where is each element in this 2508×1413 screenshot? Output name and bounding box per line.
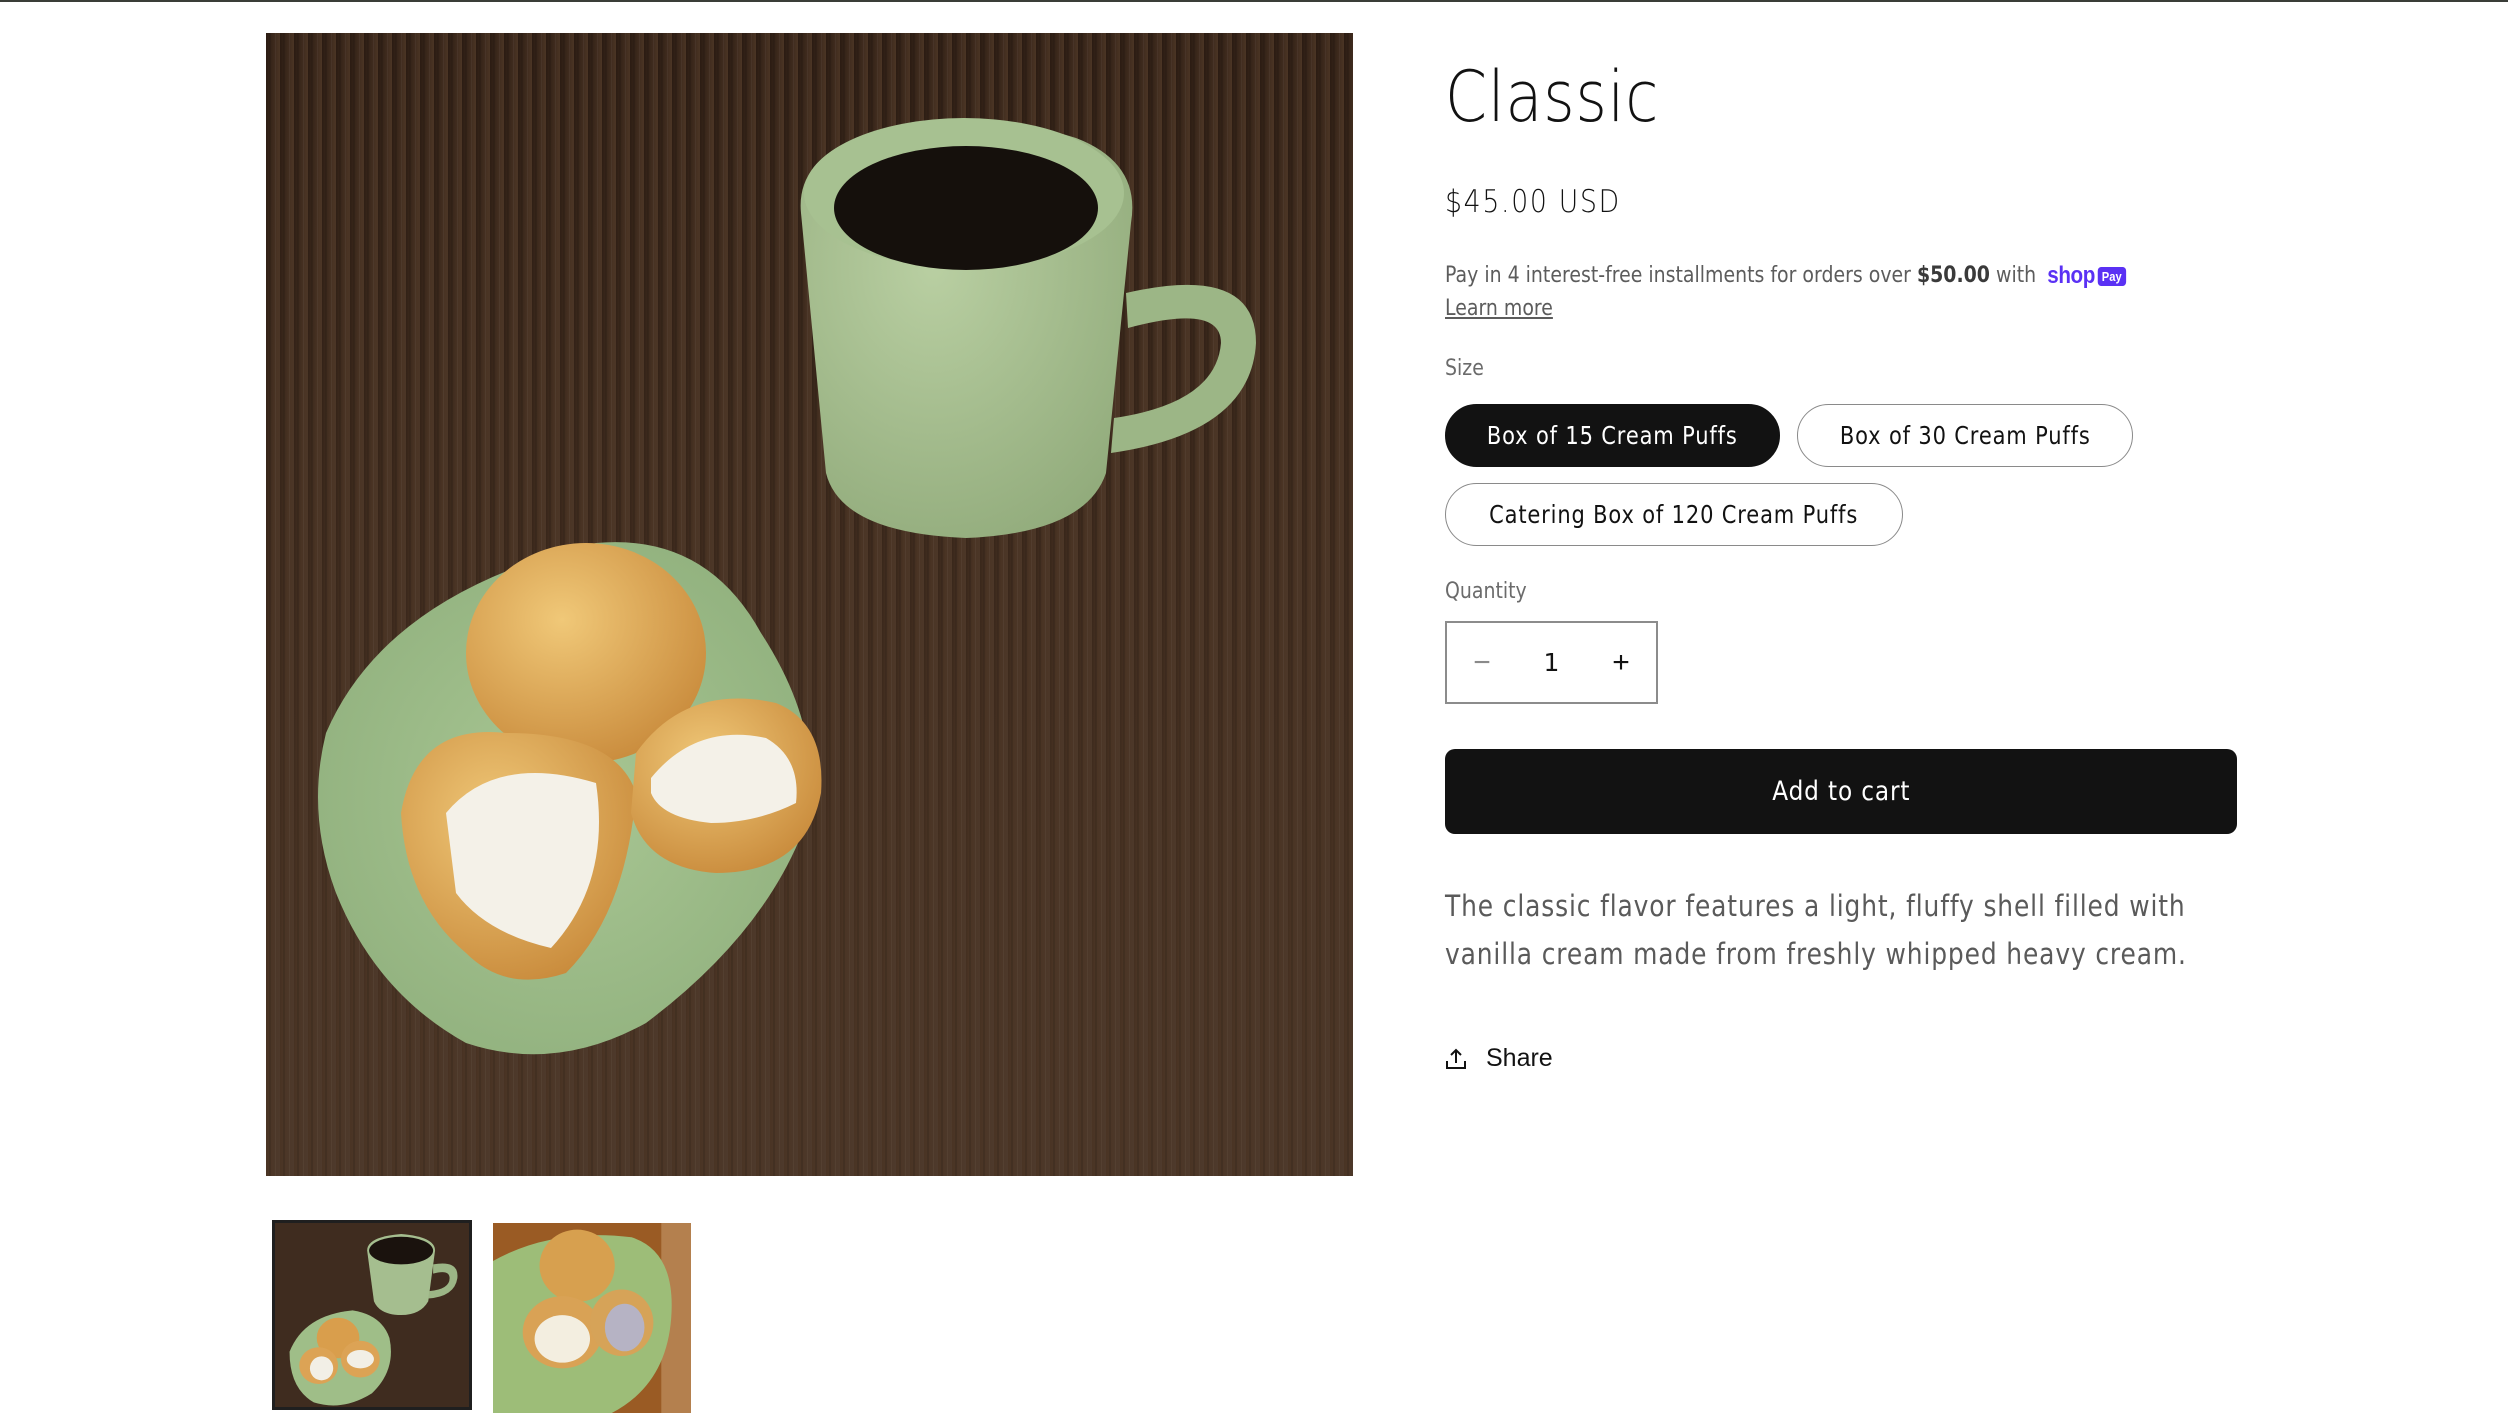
add-to-cart-button[interactable]: Add to cart [1445,749,2237,834]
coffee-and-cream-puffs-photo [266,33,1353,1176]
cream-puffs-plate-thumbnail-image [493,1223,691,1413]
add-to-cart-label: Add to cart [1771,776,1911,807]
installments-suffix: with [1989,263,2037,288]
thumbnail-2[interactable] [493,1223,691,1413]
product-title: Classic [1445,56,1660,138]
quantity-stepper: − + [1445,621,1658,704]
size-option-catering-box-of-120[interactable]: Catering Box of 120 Cream Puffs [1445,483,1903,546]
thumbnail-1[interactable] [272,1220,472,1410]
size-option-label: Catering Box of 120 Cream Puffs [1489,500,1859,529]
share-label: Share [1486,1044,1553,1072]
shop-pay-logo: shop Pay [2047,262,2126,290]
product-price: $45.00 USD [1445,184,1621,220]
size-option-label: Box of 15 Cream Puffs [1487,421,1738,450]
installments-prefix: Pay in 4 interest-free installments for … [1445,263,1917,288]
installments-threshold: $50.00 [1916,263,1990,288]
share-icon [1446,1048,1466,1069]
minus-icon: − [1473,645,1491,679]
installments-message: Pay in 4 interest-free installments for … [1445,262,2126,290]
size-option-box-of-30[interactable]: Box of 30 Cream Puffs [1797,404,2133,467]
header-divider [0,0,2508,2]
quantity-label: Quantity [1445,579,1527,604]
learn-more-link[interactable]: Learn more [1445,296,1553,321]
quantity-increase-button[interactable]: + [1586,623,1656,702]
share-button[interactable]: Share [1445,1044,1553,1073]
quantity-input[interactable] [1517,623,1586,702]
size-option-label: Box of 30 Cream Puffs [1839,421,2091,450]
coffee-mug-thumbnail-image [275,1223,469,1407]
product-main-image[interactable] [266,33,1353,1176]
quantity-decrease-button[interactable]: − [1447,623,1517,702]
shop-pay-badge: Pay [2097,266,2126,286]
shop-pay-word: shop [2047,262,2095,289]
size-option-box-of-15[interactable]: Box of 15 Cream Puffs [1445,404,1780,467]
plus-icon: + [1612,645,1630,679]
size-label: Size [1445,356,1484,381]
product-description: The classic flavor features a light, flu… [1445,889,2187,971]
